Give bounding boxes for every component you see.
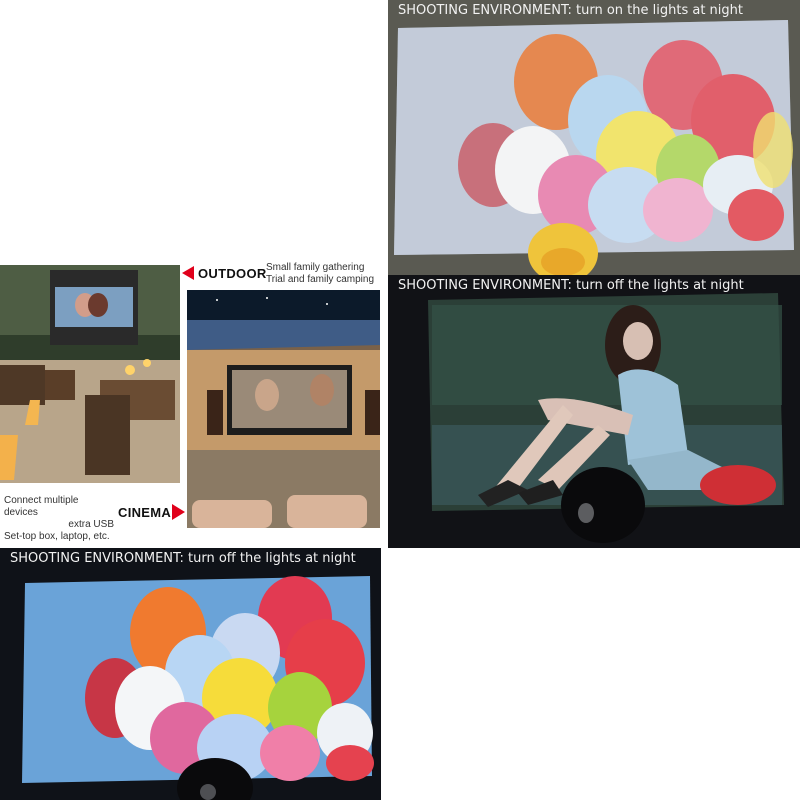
cinema-line-3: Set-top box, laptop, etc.: [4, 531, 110, 542]
outdoor-line-1: Small family gathering: [266, 262, 365, 273]
outdoor-label: OUTDOOR: [198, 266, 267, 281]
cinema-line-1: Connect multiple devices: [4, 495, 79, 518]
cinema-arrow-icon: [172, 504, 185, 520]
cinema-scene-photo: [187, 290, 380, 528]
outdoor-line-2: Trial and family camping: [266, 274, 375, 285]
photo-lights-off-woman: SHOOTING ENVIRONMENT: turn off the light…: [388, 275, 800, 548]
balloon-projection-lit: [388, 0, 800, 275]
cinema-description: Connect multiple devices extra USB Set-t…: [4, 495, 114, 543]
outdoor-projection-image: [0, 265, 180, 483]
caption-lights-off-woman: SHOOTING ENVIRONMENT: turn off the light…: [398, 278, 744, 293]
woman-projection-dark: [388, 275, 800, 548]
cinema-label: CINEMA: [118, 505, 172, 520]
outdoor-scene-photo: [0, 265, 180, 483]
caption-lights-off-balloons: SHOOTING ENVIRONMENT: turn off the light…: [10, 551, 356, 566]
home-cinema-image: [187, 290, 380, 528]
caption-lights-on: SHOOTING ENVIRONMENT: turn on the lights…: [398, 3, 744, 18]
photo-lights-off-balloons: SHOOTING ENVIRONMENT: turn off the light…: [0, 548, 381, 800]
photo-lights-on-balloons: SHOOTING ENVIRONMENT: turn on the lights…: [388, 0, 800, 275]
cinema-line-2: extra USB: [68, 519, 114, 530]
balloon-projection-dark: [0, 548, 381, 800]
outdoor-description: Small family gathering Trial and family …: [266, 262, 374, 286]
outdoor-arrow-icon: [182, 266, 194, 280]
